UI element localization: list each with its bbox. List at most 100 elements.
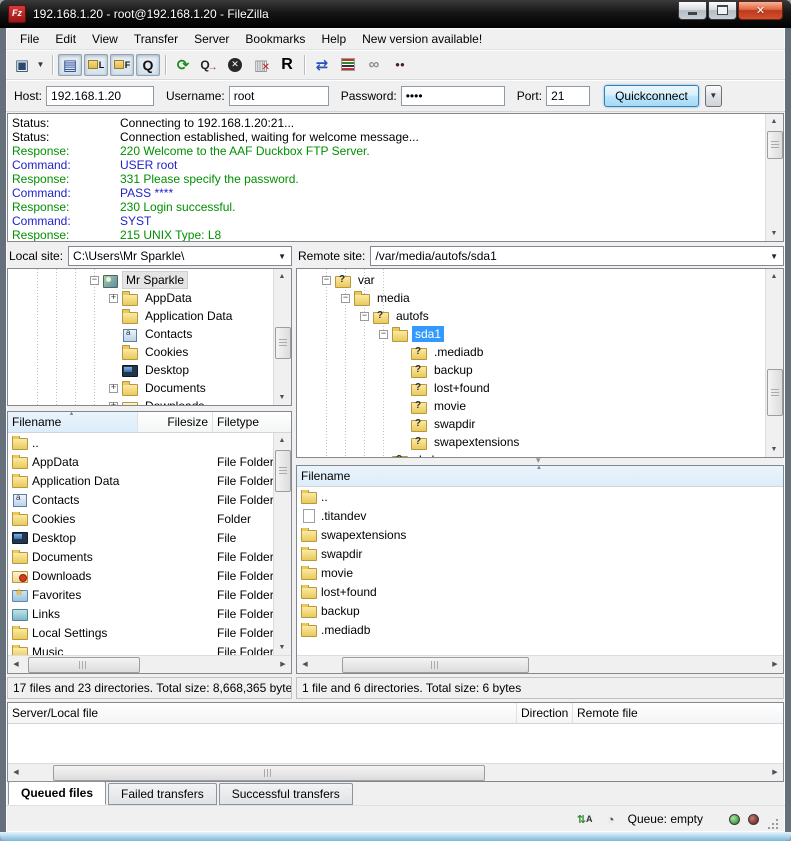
column-header-remote-file[interactable]: Remote file (573, 703, 783, 723)
scroll-right-icon[interactable]: ▶ (275, 656, 291, 672)
local-tree-toggle-icon[interactable] (84, 54, 108, 76)
scroll-thumb[interactable] (275, 327, 291, 359)
scroll-left-icon[interactable]: ◀ (297, 656, 313, 672)
tree-expander[interactable] (109, 402, 118, 406)
scroll-thumb[interactable] (767, 131, 783, 159)
remote-tree-toggle-icon[interactable] (110, 54, 134, 76)
remote-site-combo[interactable]: /var/media/autofs/sda1 (370, 246, 784, 266)
remote-file-row[interactable]: movie (297, 563, 783, 582)
scroll-thumb[interactable] (275, 450, 291, 492)
tree-expander[interactable] (341, 294, 350, 303)
local-tree-item[interactable]: Mr Sparkle (14, 271, 274, 289)
scroll-right-icon[interactable]: ▶ (767, 656, 783, 672)
remote-file-row[interactable]: lost+found (297, 582, 783, 601)
local-file-row[interactable]: Favorites File Folder (8, 585, 291, 604)
scroll-up-icon[interactable]: ▲ (766, 114, 782, 129)
password-input[interactable] (401, 86, 505, 106)
menu-transfer[interactable]: Transfer (126, 30, 186, 48)
remote-tree-item[interactable]: backup (303, 361, 766, 379)
local-tree-item[interactable]: Desktop (14, 361, 274, 379)
remote-tree-item[interactable]: autofs (303, 307, 766, 325)
remote-file-row[interactable]: .. (297, 487, 783, 506)
scroll-left-icon[interactable]: ◀ (8, 764, 24, 780)
quickconnect-dropdown[interactable]: ▼ (705, 85, 722, 107)
menu-server[interactable]: Server (186, 30, 237, 48)
remote-list-hscrollbar[interactable]: ◀ ▶ (297, 655, 783, 673)
column-header-direction[interactable]: Direction (517, 703, 573, 723)
tree-expander[interactable] (379, 330, 388, 339)
queue-hscrollbar[interactable]: ◀ ▶ (8, 763, 783, 781)
tree-expander[interactable] (109, 384, 118, 393)
local-tree-item[interactable]: Application Data (14, 307, 274, 325)
scroll-thumb[interactable] (28, 657, 140, 673)
sync-browsing-icon[interactable] (362, 54, 386, 76)
column-header-filename[interactable]: Filename (8, 412, 138, 432)
local-file-row[interactable]: .. (8, 433, 291, 452)
tab-failed-transfers[interactable]: Failed transfers (108, 783, 217, 805)
tree-expander[interactable] (90, 276, 99, 285)
reconnect-icon[interactable] (275, 54, 299, 76)
remote-tree-item[interactable]: swapdir (303, 415, 766, 433)
remote-file-row[interactable]: swapdir (297, 544, 783, 563)
remote-file-row[interactable]: .mediadb (297, 620, 783, 639)
local-file-row[interactable]: Documents File Folder (8, 547, 291, 566)
scroll-down-icon[interactable]: ▼ (766, 226, 782, 241)
scroll-thumb[interactable] (53, 765, 485, 781)
menu-help[interactable]: Help (313, 30, 354, 48)
local-file-row[interactable]: Downloads File Folder (8, 566, 291, 585)
local-tree-item[interactable]: Documents (14, 379, 274, 397)
remote-tree-item[interactable]: .mediadb (303, 343, 766, 361)
queue-toggle-icon[interactable] (136, 54, 160, 76)
site-manager-icon[interactable] (10, 54, 34, 76)
local-file-row[interactable]: AppData File Folder (8, 452, 291, 471)
refresh-icon[interactable] (171, 54, 195, 76)
remote-tree-item[interactable]: sda1 (303, 325, 766, 343)
remote-tree-item[interactable]: movie (303, 397, 766, 415)
menu-view[interactable]: View (84, 30, 126, 48)
column-header-filesize[interactable]: Filesize (138, 412, 213, 432)
remote-file-row[interactable]: .titandev (297, 506, 783, 525)
local-file-row[interactable]: Contacts File Folder (8, 490, 291, 509)
remote-splitter[interactable] (296, 458, 784, 465)
filter-list-icon[interactable] (336, 54, 360, 76)
column-header-local-file[interactable]: Server/Local file (8, 703, 517, 723)
scroll-left-icon[interactable]: ◀ (8, 656, 24, 672)
remote-file-row[interactable]: backup (297, 601, 783, 620)
remote-tree-item[interactable]: media (303, 289, 766, 307)
username-input[interactable] (229, 86, 329, 106)
menu-edit[interactable]: Edit (47, 30, 84, 48)
remote-tree-item[interactable]: swapextensions (303, 433, 766, 451)
scroll-down-icon[interactable]: ▼ (766, 442, 782, 457)
remote-tree-item[interactable]: dvd (303, 451, 766, 457)
menu-bookmarks[interactable]: Bookmarks (237, 30, 313, 48)
scroll-right-icon[interactable]: ▶ (767, 764, 783, 780)
tab-queued-files[interactable]: Queued files (8, 781, 106, 805)
host-input[interactable] (46, 86, 154, 106)
tree-expander[interactable] (322, 276, 331, 285)
scroll-thumb[interactable] (767, 369, 783, 416)
local-tree-item[interactable]: AppData (14, 289, 274, 307)
menu-file[interactable]: File (12, 30, 47, 48)
local-tree-item[interactable]: Cookies (14, 343, 274, 361)
remote-tree-scrollbar[interactable]: ▲ ▼ (765, 269, 783, 457)
scroll-up-icon[interactable]: ▲ (274, 269, 290, 284)
transfer-type-icon[interactable] (576, 811, 594, 827)
tree-expander[interactable] (360, 312, 369, 321)
port-input[interactable] (546, 86, 590, 106)
local-file-row[interactable]: Links File Folder (8, 604, 291, 623)
tree-expander[interactable] (109, 294, 118, 303)
column-header-filename[interactable]: Filename (297, 466, 783, 486)
log-scrollbar[interactable]: ▲ ▼ (765, 114, 783, 241)
remote-file-row[interactable]: swapextensions (297, 525, 783, 544)
local-file-row[interactable]: Application Data File Folder (8, 471, 291, 490)
scroll-thumb[interactable] (342, 657, 529, 673)
local-site-combo[interactable]: C:\Users\Mr Sparkle\ (68, 246, 292, 266)
find-files-icon[interactable] (388, 54, 412, 76)
scroll-down-icon[interactable]: ▼ (274, 640, 290, 655)
maximize-button[interactable] (708, 1, 737, 20)
speed-limit-icon[interactable] (602, 811, 620, 827)
disconnect-icon[interactable] (249, 54, 273, 76)
remote-tree-item[interactable]: lost+found (303, 379, 766, 397)
local-list-scrollbar[interactable]: ▲ ▼ (273, 433, 291, 655)
close-button[interactable] (738, 1, 783, 20)
